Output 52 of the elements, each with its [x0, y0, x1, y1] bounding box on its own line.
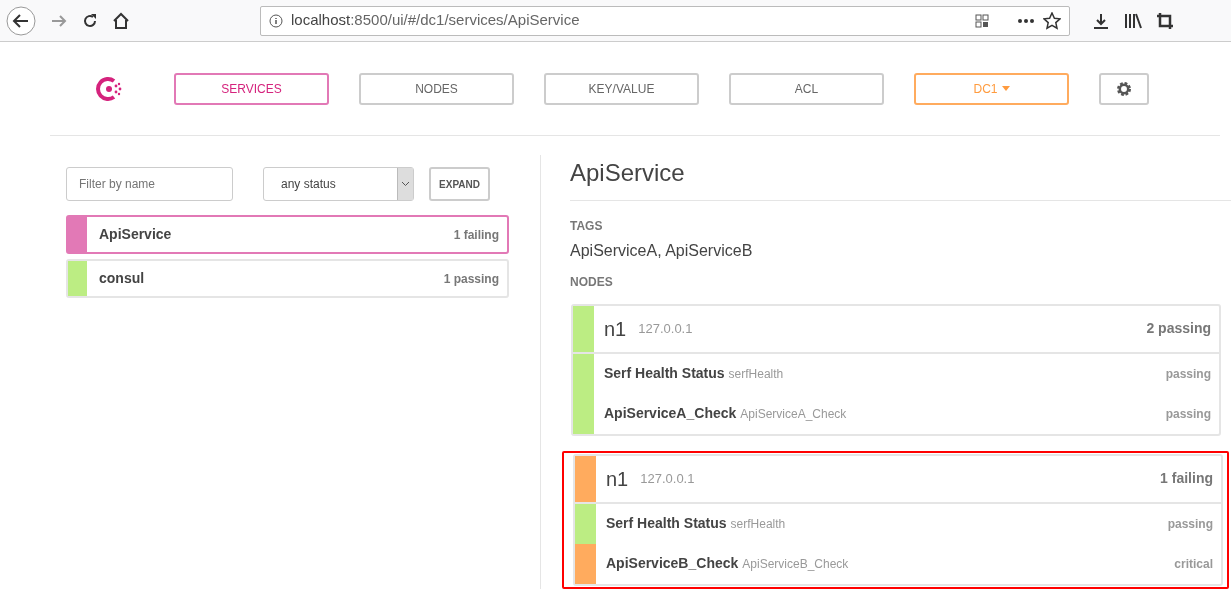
node-summary: 2 passing — [1146, 319, 1212, 339]
node-name: n1 — [606, 466, 629, 492]
check-status: passing — [1165, 405, 1212, 423]
node-name: n1 — [604, 316, 627, 342]
chevron-down-icon — [401, 181, 411, 187]
check-name: ApiServiceB_Check — [606, 554, 739, 574]
check-id: serfHealth — [730, 515, 786, 533]
star-icon[interactable] — [1043, 11, 1061, 30]
check-id: serfHealth — [728, 365, 784, 383]
service-summary: 1 failing — [453, 226, 500, 244]
status-select[interactable]: any status — [263, 167, 415, 201]
expand-button[interactable]: EXPAND — [429, 167, 490, 201]
home-icon[interactable] — [112, 11, 130, 30]
check-status: critical — [1174, 555, 1214, 573]
nav-tab[interactable]: KEY/VALUE — [544, 72, 699, 105]
node-address: 127.0.0.1 — [638, 320, 693, 339]
node-address: 127.0.0.1 — [640, 470, 695, 489]
service-item[interactable]: ApiService 1 failing — [66, 215, 509, 254]
filter-field[interactable]: Filter by name — [66, 167, 233, 201]
back-icon[interactable] — [6, 5, 36, 36]
tags-text: ApiServiceA, ApiServiceB — [570, 240, 754, 261]
nav-tab[interactable]: NODES — [359, 72, 514, 105]
address-bar[interactable]: localhost:8500/ui/#/dc1/services/ApiService — [260, 5, 1070, 36]
crop-icon[interactable] — [1156, 11, 1174, 30]
check-id: ApiServiceA_Check — [740, 405, 847, 423]
nav-tab[interactable]: SERVICES — [174, 72, 329, 105]
settings-icon — [1115, 79, 1133, 98]
node-summary: 1 failing — [1160, 469, 1214, 489]
logo-icon[interactable] — [96, 75, 122, 102]
check-name: Serf Health Status — [606, 514, 727, 534]
caret-icon — [1001, 86, 1010, 91]
more-icon[interactable] — [1017, 17, 1035, 24]
check-status: passing — [1167, 515, 1214, 533]
settings-button[interactable] — [1099, 72, 1149, 105]
nav-tab[interactable]: ACL — [729, 72, 884, 105]
service-item[interactable]: consul 1 passing — [66, 259, 509, 298]
qr-code-icon[interactable] — [975, 13, 989, 28]
service-name: consul — [99, 269, 145, 288]
service-summary: 1 passing — [443, 270, 500, 288]
check-id: ApiServiceB_Check — [742, 555, 849, 573]
reload-icon[interactable] — [82, 12, 98, 29]
check-status: passing — [1165, 365, 1212, 383]
check-name: ApiServiceA_Check — [604, 404, 737, 424]
nodes-label: NODES — [570, 273, 614, 291]
check-name: Serf Health Status — [604, 364, 725, 384]
url-text: localhost:8500/ui/#/dc1/services/ApiService — [291, 10, 580, 31]
service-name: ApiService — [99, 225, 172, 244]
service-title: ApiService — [570, 155, 1231, 201]
tags-label: TAGS — [570, 217, 604, 235]
info-icon[interactable] — [269, 13, 283, 28]
library-icon[interactable] — [1124, 11, 1142, 30]
download-icon[interactable] — [1092, 11, 1110, 30]
